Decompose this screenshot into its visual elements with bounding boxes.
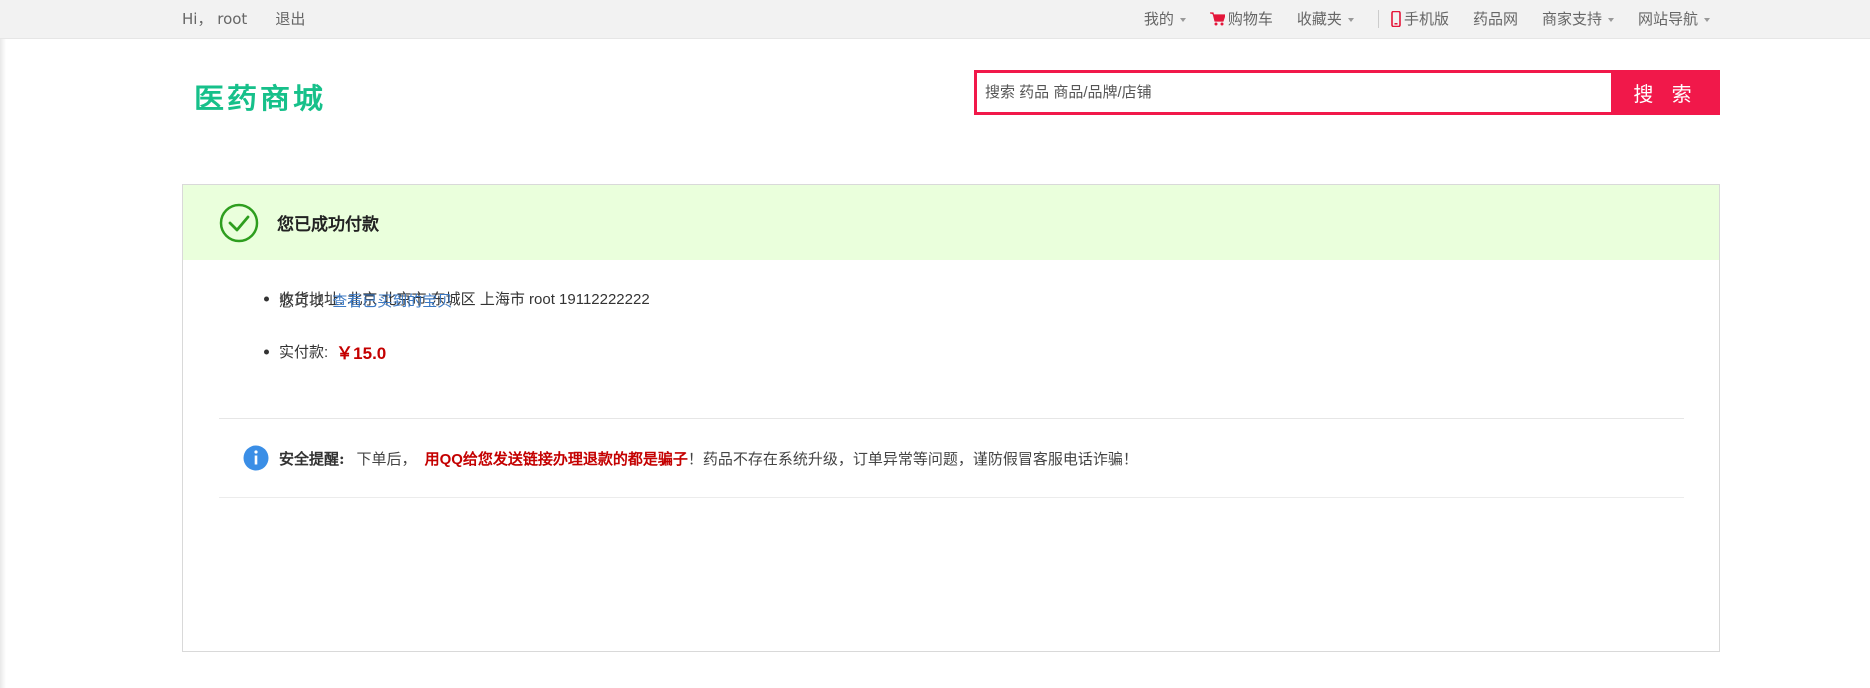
cart-label: 购物车	[1227, 10, 1273, 28]
site-nav-menu[interactable]: 网站导航	[1638, 8, 1710, 29]
chevron-down-icon	[1347, 17, 1354, 22]
info-icon	[243, 445, 269, 471]
safety-label: 安全提醒:	[279, 449, 345, 468]
safety-notice: 安全提醒: 下单后， 用QQ给您发送链接办理退款的都是骗子 ！药品不存在系统升级…	[243, 445, 1138, 471]
top-nav: 我的 购物车 收藏夹 手机版 药品网 商家支持 网站导航	[1144, 8, 1710, 29]
page-left-edge	[0, 39, 6, 688]
list-item: 收货地址: 北京 北京市 东城区 上海市 root 19112222222	[279, 288, 1719, 309]
order-info-list: 收货地址: 北京 北京市 东城区 上海市 root 19112222222 实付…	[279, 260, 1719, 363]
my-menu-label: 我的	[1143, 10, 1174, 28]
site-logo[interactable]: 医药商城	[194, 76, 326, 116]
divider	[1377, 9, 1379, 28]
view-prefix: 您可以	[279, 293, 325, 310]
user-greeting-area: Hi， root 退出	[182, 8, 305, 29]
divider	[219, 497, 1684, 498]
logout-link[interactable]: 退出	[275, 8, 305, 29]
safety-prefix: 下单后，	[356, 450, 417, 468]
paid-label: 实付款:	[279, 344, 329, 361]
phone-icon	[1391, 10, 1401, 27]
view-purchases-line: 您可以 查看已买到的宝贝	[279, 290, 452, 311]
success-header: 您已成功付款	[183, 185, 1719, 260]
list-item: 实付款: ￥15.0	[279, 339, 1719, 364]
greeting-text: Hi， root	[182, 8, 247, 29]
divider	[219, 418, 1684, 419]
view-purchases-link[interactable]: 查看已买到的宝贝	[332, 293, 452, 310]
safety-suffix: ！药品不存在系统升级，订单异常等问题，谨防假冒客服电话诈骗！	[687, 450, 1138, 468]
username: root	[217, 10, 248, 28]
favorites-menu[interactable]: 收藏夹	[1297, 8, 1354, 29]
chevron-down-icon	[1704, 17, 1710, 22]
my-menu[interactable]: 我的	[1144, 8, 1186, 29]
check-circle-icon	[219, 203, 259, 242]
greeting-label: Hi，	[182, 10, 213, 28]
search-input[interactable]	[977, 73, 1611, 112]
success-title: 您已成功付款	[277, 215, 379, 235]
safety-warning: 用QQ给您发送链接办理退款的都是骗子	[424, 450, 688, 468]
merchant-support-label: 商家支持	[1541, 10, 1602, 28]
mobile-label: 手机版	[1403, 10, 1449, 28]
payment-success-panel: 您已成功付款 收货地址: 北京 北京市 东城区 上海市 root 1911222…	[182, 184, 1720, 652]
site-nav-label: 网站导航	[1637, 10, 1698, 28]
chevron-down-icon	[1179, 17, 1186, 22]
mobile-link[interactable]: 手机版	[1391, 8, 1449, 29]
favorites-label: 收藏夹	[1296, 10, 1342, 28]
search-button[interactable]: 搜 索	[1611, 70, 1720, 115]
drug-site-link[interactable]: 药品网	[1473, 8, 1518, 29]
cart-icon	[1209, 11, 1225, 25]
drug-site-label: 药品网	[1472, 10, 1518, 28]
merchant-support-menu[interactable]: 商家支持	[1542, 8, 1614, 29]
top-bar: Hi， root 退出 我的 购物车 收藏夹 手机版 药品网 商家支持 网站导航	[0, 0, 1870, 39]
chevron-down-icon	[1607, 17, 1614, 22]
cart-link[interactable]: 购物车	[1209, 8, 1273, 29]
search-bar: 搜 索	[974, 70, 1720, 115]
paid-amount: ￥15.0	[336, 344, 387, 363]
